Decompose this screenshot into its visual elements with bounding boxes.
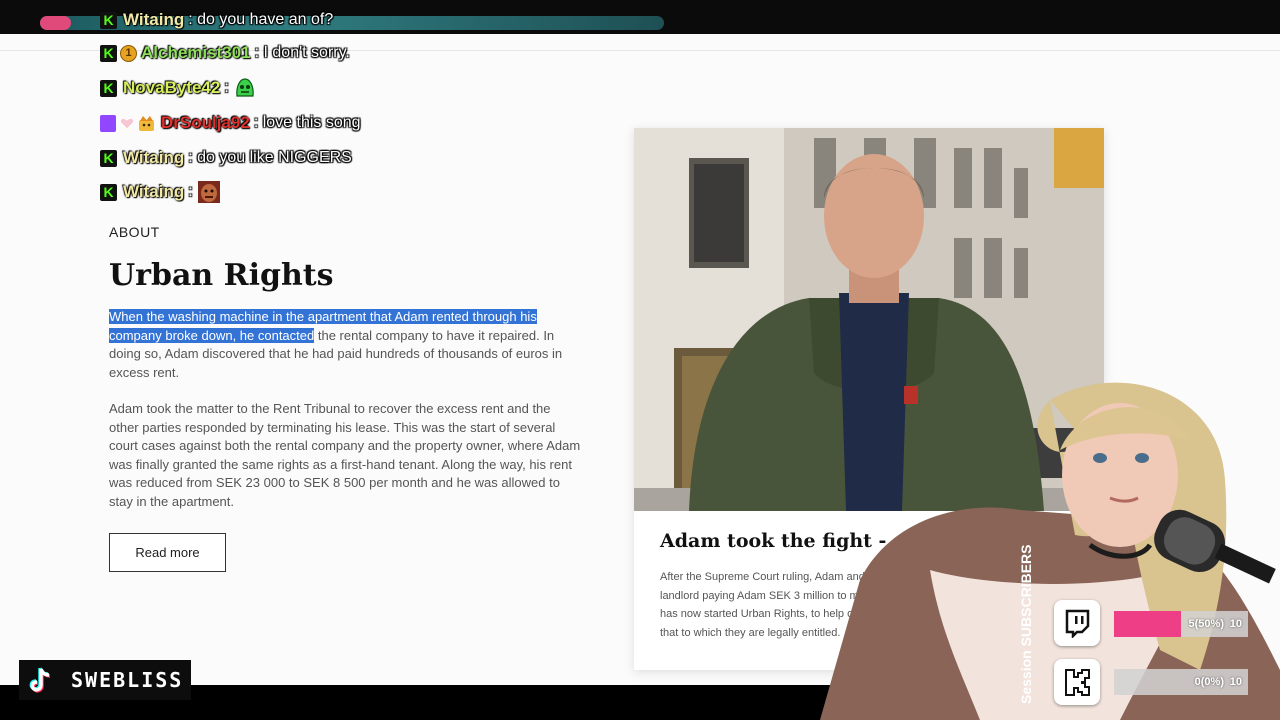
chat-message: K Witaing : bbox=[100, 180, 221, 204]
chat-username: Witaing bbox=[123, 10, 185, 29]
tiktok-icon bbox=[19, 660, 59, 700]
chat-text: : bbox=[188, 183, 193, 200]
chat-text: : do you have an of? bbox=[188, 11, 334, 28]
twitch-subs-goal: 10 bbox=[1229, 618, 1242, 630]
heart-badge-icon bbox=[119, 117, 135, 130]
chat-message: K 1 Alchemist301 : I don't sorry. bbox=[100, 41, 350, 65]
chat-message: K NovaByte42 : bbox=[100, 76, 257, 100]
chat-username: Alchemist301 bbox=[141, 43, 251, 62]
webcam-overlay bbox=[820, 370, 1280, 720]
kick-subs-goal: 10 bbox=[1229, 676, 1242, 688]
read-more-button[interactable]: Read more bbox=[109, 533, 226, 572]
chat-text: : love this song bbox=[253, 114, 361, 131]
chat-text: : I don't sorry. bbox=[254, 44, 350, 61]
twitch-subs-progress-bar: 5(50%) 10 bbox=[1114, 611, 1248, 637]
kick-subs-progress-bar: 0(0%) 10 bbox=[1114, 669, 1248, 695]
twitch-badge-icon bbox=[100, 114, 116, 132]
session-label: Session bbox=[1018, 650, 1034, 704]
chat-message: DrSoulja92 : love this song bbox=[100, 111, 361, 135]
green-blob-emote-icon bbox=[236, 78, 254, 97]
crown-badge-icon bbox=[139, 115, 154, 131]
chat-username: DrSoulja92 bbox=[161, 113, 250, 132]
kick-subs-value: 0(0%) bbox=[1194, 676, 1224, 688]
kick-badge-icon: K bbox=[100, 149, 117, 167]
chat-username: Witaing bbox=[123, 148, 185, 167]
chat-username: NovaByte42 bbox=[123, 78, 221, 97]
chat-message: K Witaing : do you like NIGGERS bbox=[100, 146, 352, 170]
chat-message: K Witaing : do you have an of? bbox=[100, 8, 333, 32]
chat-text: : do you like NIGGERS bbox=[188, 149, 352, 166]
session-subscribers-label: Session SUBSCRIBERS bbox=[1018, 545, 1038, 705]
tiktok-handle-badge: SWEBLISS bbox=[19, 660, 191, 700]
page-title: Urban Rights bbox=[109, 258, 334, 293]
twitch-subs-value: 5(50%) bbox=[1188, 618, 1224, 630]
kick-badge-icon: K bbox=[100, 183, 117, 201]
about-paragraph-1: When the washing machine in the apartmen… bbox=[109, 308, 581, 382]
about-paragraph-2: Adam took the matter to the Rent Tribuna… bbox=[109, 401, 581, 509]
kick-icon bbox=[1054, 659, 1100, 705]
face-emote-icon bbox=[197, 181, 220, 203]
chat-text: : bbox=[224, 79, 229, 96]
chat-username: Witaing bbox=[123, 182, 185, 201]
kick-badge-icon: K bbox=[100, 79, 117, 97]
section-eyebrow: ABOUT bbox=[109, 224, 160, 240]
tiktok-username: SWEBLISS bbox=[71, 668, 184, 692]
donation-goal-fill bbox=[40, 16, 72, 30]
subscribers-label: SUBSCRIBERS bbox=[1018, 544, 1034, 647]
coin-badge-icon: 1 bbox=[120, 44, 137, 62]
twitch-icon bbox=[1054, 600, 1100, 646]
kick-badge-icon: K bbox=[100, 11, 117, 29]
kick-badge-icon: K bbox=[100, 44, 117, 62]
